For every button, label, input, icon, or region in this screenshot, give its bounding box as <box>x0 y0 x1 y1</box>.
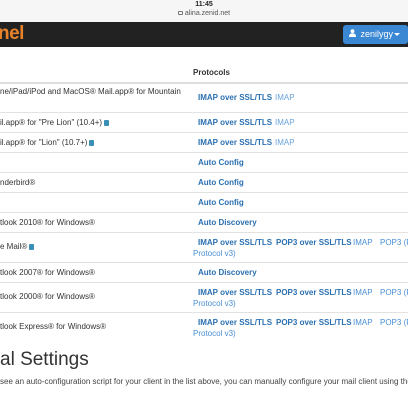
protocol-link[interactable]: IMAP over SSL/TLS <box>198 138 272 147</box>
client-name-text: e Mail® <box>0 242 28 251</box>
apple-flag-icon <box>29 244 35 250</box>
chevron-down-icon <box>394 33 400 36</box>
apple-flag-icon <box>89 140 95 146</box>
client-name: tlook 2010® for Windows® <box>0 218 95 227</box>
protocol-link[interactable]: POP3 over SSL/TLS <box>276 318 352 327</box>
table-row: ne/iPad/iPod and MacOS® Mail.app® for Mo… <box>0 84 408 113</box>
protocol-link[interactable]: IMAP <box>353 238 373 247</box>
section-heading: al Settings <box>0 349 89 370</box>
protocol-link[interactable]: IMAP <box>275 118 295 127</box>
protocol-link[interactable]: IMAP over SSL/TLS <box>198 118 272 127</box>
protocol-link[interactable]: Auto Config <box>198 198 244 207</box>
protocol-link[interactable]: IMAP <box>275 138 295 147</box>
protocol-link[interactable]: IMAP over SSL/TLS <box>198 288 272 297</box>
table-row: il.app® for "Pre Lion" (10.4+) IMAP over… <box>0 113 408 133</box>
table-row: tlook Express® for Windows® IMAP over SS… <box>0 313 408 343</box>
client-name: tlook Express® for Windows® <box>0 322 107 331</box>
client-name: il.app® for "Lion" (10.7+) <box>0 138 95 148</box>
protocol-link-continued[interactable]: Protocol v3) <box>193 299 236 308</box>
protocol-link[interactable]: IMAP <box>353 288 373 297</box>
protocol-link[interactable]: Auto Config <box>198 158 244 167</box>
protocol-link-continued[interactable]: Protocol v3) <box>193 249 236 258</box>
protocol-link[interactable]: POP3 over SSL/TLS <box>276 238 352 247</box>
table-row: e Mail® IMAP over SSL/TLS POP3 over SSL/… <box>0 233 408 263</box>
client-name: ne/iPad/iPod and MacOS® Mail.app® for Mo… <box>0 87 181 96</box>
table-row: tlook 2007® for Windows® Auto Discovery <box>0 263 408 283</box>
protocol-link[interactable]: IMAP over SSL/TLS <box>198 238 272 247</box>
protocol-link[interactable]: POP3 (P <box>380 288 408 297</box>
protocol-link[interactable]: POP3 (P <box>380 318 408 327</box>
table-row: tlook 2000® for Windows® IMAP over SSL/T… <box>0 283 408 313</box>
client-name: tlook 2007® for Windows® <box>0 268 95 277</box>
top-navbar: nel zenilygy <box>0 22 408 47</box>
client-name: nderbird® <box>0 178 36 187</box>
client-name-text: il.app® for "Lion" (10.7+) <box>0 138 88 147</box>
protocol-link[interactable]: IMAP over SSL/TLS <box>198 93 272 102</box>
address-bar[interactable]: alina.zenid.net <box>0 10 408 17</box>
protocol-link[interactable]: Auto Config <box>198 178 244 187</box>
protocol-link[interactable]: IMAP <box>275 93 295 102</box>
table-row: tlook 2010® for Windows® Auto Discovery <box>0 213 408 233</box>
protocol-link[interactable]: Auto Discovery <box>198 218 257 227</box>
protocol-link[interactable]: POP3 over SSL/TLS <box>276 288 352 297</box>
protocol-link[interactable]: Auto Discovery <box>198 268 257 277</box>
section-description: see an auto-configuration script for you… <box>0 377 408 386</box>
protocol-link[interactable]: IMAP over SSL/TLS <box>198 318 272 327</box>
protocol-link-continued[interactable]: Protocol v3) <box>193 329 236 338</box>
browser-status-bar: 11:45 alina.zenid.net <box>0 0 408 22</box>
lock-icon <box>177 11 183 15</box>
protocol-link[interactable]: POP3 (P <box>380 238 408 247</box>
client-name: il.app® for "Pre Lion" (10.4+) <box>0 118 110 128</box>
protocol-link[interactable]: IMAP <box>353 318 373 327</box>
table-row: Auto Config <box>0 193 408 213</box>
client-name: e Mail® <box>0 242 35 252</box>
user-menu-button[interactable]: zenilygy <box>343 25 408 44</box>
brand-logo[interactable]: nel <box>0 23 24 45</box>
address-url: alina.zenid.net <box>184 10 231 17</box>
client-name-text: il.app® for "Pre Lion" (10.4+) <box>0 118 103 127</box>
table-row: il.app® for "Lion" (10.7+) IMAP over SSL… <box>0 133 408 153</box>
client-name: tlook 2000® for Windows® <box>0 292 95 301</box>
apple-flag-icon <box>104 120 110 126</box>
user-icon <box>349 25 356 44</box>
status-time: 11:45 <box>195 1 213 8</box>
protocols-column-header: Protocols <box>193 68 230 77</box>
user-menu-label: zenilygy <box>360 29 394 39</box>
table-row: Auto Config <box>0 153 408 173</box>
table-row: nderbird® Auto Config <box>0 173 408 193</box>
